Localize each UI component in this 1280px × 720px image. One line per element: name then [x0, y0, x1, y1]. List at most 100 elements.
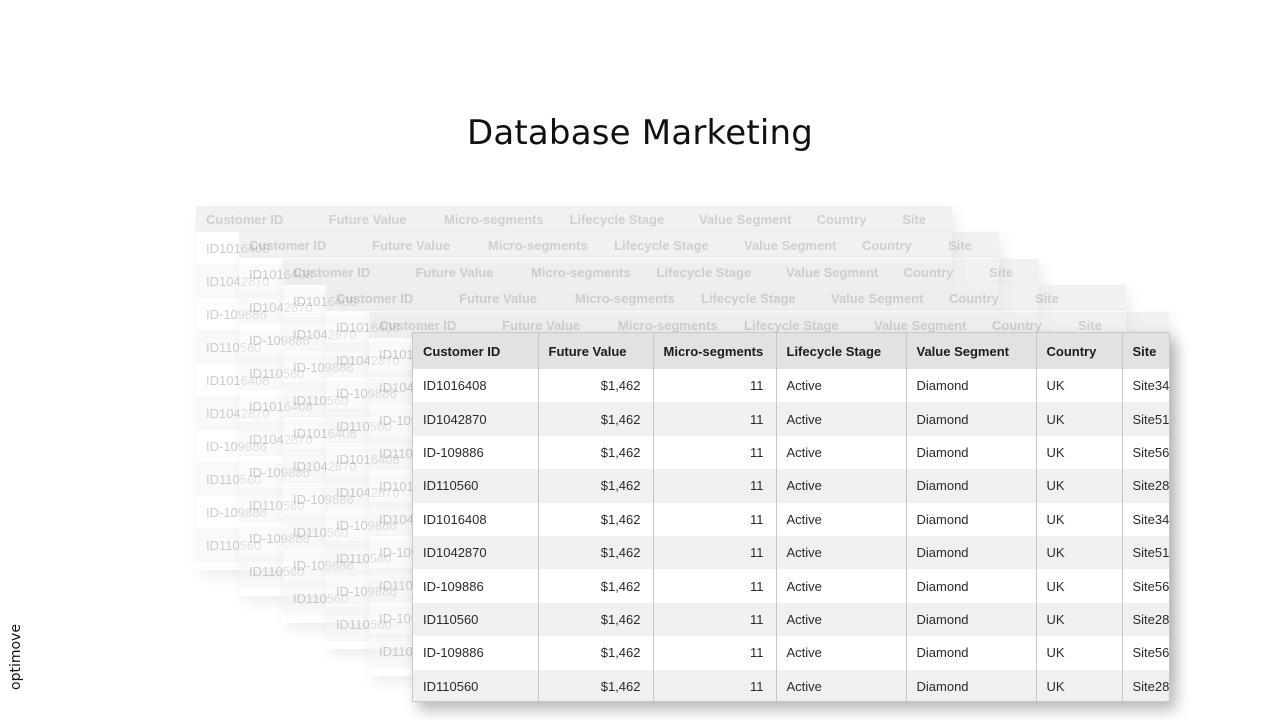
lifecycle-stage-cell: Active — [776, 669, 907, 701]
lifecycle-stage-cell: Active — [776, 636, 907, 670]
background-column-header: Lifecycle Stage — [569, 211, 665, 227]
column-header-site[interactable]: Site — [1122, 333, 1169, 369]
lifecycle-stage-cell: Active — [776, 402, 907, 436]
lifecycle-stage-cell: Active — [776, 535, 907, 570]
background-column-header: Customer ID — [293, 264, 371, 280]
background-column-header: Customer ID — [336, 290, 414, 306]
background-column-header: Lifecycle Stage — [744, 317, 839, 333]
background-column-header: Future Value — [459, 290, 538, 306]
value-segment-cell: Diamond — [906, 369, 1037, 403]
micro-segments-cell: 11 — [653, 435, 777, 470]
table-row[interactable]: ID110560 $1,462 11 Active Diamond UK Site28 — [413, 602, 1169, 637]
customer-table: Customer ID Future Value Micro-segments … — [412, 332, 1170, 702]
table-row[interactable]: ID110560 $1,462 11 Active Diamond UK Site28 — [413, 469, 1169, 503]
country-cell: UK — [1036, 469, 1123, 503]
micro-segments-cell: 11 — [653, 669, 777, 701]
background-column-header: Future Value — [415, 264, 494, 280]
country-cell: UK — [1036, 602, 1123, 637]
value-segment-cell: Diamond — [906, 469, 1037, 503]
background-column-header: Country — [862, 237, 912, 253]
lifecycle-stage-cell: Active — [776, 469, 907, 503]
value-segment-cell: Diamond — [906, 669, 1037, 701]
background-column-header: Micro-segments — [488, 237, 588, 253]
future-value-cell: $1,462 — [538, 469, 654, 503]
lifecycle-stage-cell: Active — [776, 502, 907, 536]
site-cell: Site56 — [1122, 569, 1169, 603]
site-cell: Site34 — [1122, 369, 1169, 403]
table-row[interactable]: ID1042870 $1,462 11 Active Diamond UK Site51 — [413, 402, 1169, 436]
background-column-header: Site — [1078, 317, 1102, 333]
customer-id-cell: ID-109886 — [413, 435, 539, 470]
background-column-header: Micro-segments — [444, 211, 544, 227]
background-column-header: Micro-segments — [618, 317, 718, 333]
background-column-header: Micro-segments — [575, 290, 675, 306]
table-row[interactable]: ID-109886 $1,462 11 Active Diamond UK Site56 — [413, 569, 1169, 603]
customer-id-cell: ID1042870 — [413, 402, 539, 436]
background-column-header: Lifecycle Stage — [701, 290, 796, 306]
column-header-country[interactable]: Country — [1036, 333, 1123, 369]
customer-id-cell: ID1016408 — [413, 369, 539, 403]
site-cell: Site34 — [1122, 502, 1169, 536]
background-table-header: Customer ID Future Value Micro-segments Lif… — [239, 232, 999, 258]
table-row[interactable]: ID1042870 $1,462 11 Active Diamond UK Site51 — [413, 535, 1169, 570]
country-cell: UK — [1036, 535, 1123, 570]
customer-id-cell: ID1016408 — [413, 502, 539, 536]
future-value-cell: $1,462 — [538, 369, 654, 403]
background-column-header: Customer ID — [206, 211, 284, 227]
value-segment-cell: Diamond — [906, 602, 1037, 637]
column-header-micro-segments[interactable]: Micro-segments — [653, 333, 777, 369]
column-header-future-value[interactable]: Future Value — [538, 333, 654, 369]
background-column-header: Country — [903, 264, 954, 280]
column-header-value-segment[interactable]: Value Segment — [906, 333, 1037, 369]
table-row[interactable]: ID1016408 $1,462 11 Active Diamond UK Site34 — [413, 502, 1169, 536]
background-column-header: Site — [902, 211, 927, 227]
background-column-header: Future Value — [372, 237, 451, 253]
background-column-header: Country — [992, 317, 1042, 333]
background-column-header: Value Segment — [874, 317, 967, 333]
micro-segments-cell: 11 — [653, 602, 777, 637]
table-row[interactable]: ID-109886 $1,462 11 Active Diamond UK Site56 — [413, 435, 1169, 470]
value-segment-cell: Diamond — [906, 569, 1037, 603]
future-value-cell: $1,462 — [538, 636, 654, 670]
site-cell: Site28 — [1122, 669, 1169, 701]
background-column-header: Customer ID — [249, 237, 327, 253]
table-row[interactable]: ID1016408 $1,462 11 Active Diamond UK Site34 — [413, 369, 1169, 403]
lifecycle-stage-cell: Active — [776, 569, 907, 603]
background-column-header: Value Segment — [831, 290, 924, 306]
value-segment-cell: Diamond — [906, 502, 1037, 536]
column-header-customer-id[interactable]: Customer ID — [413, 333, 539, 369]
table-header-row: Customer ID Future Value Micro-segments … — [413, 333, 1169, 369]
value-segment-cell: Diamond — [906, 636, 1037, 670]
micro-segments-cell: 11 — [653, 535, 777, 570]
value-segment-cell: Diamond — [906, 435, 1037, 470]
country-cell: UK — [1036, 569, 1123, 603]
table-row[interactable]: ID110560 $1,462 11 Active Diamond UK Site28 — [413, 669, 1169, 701]
future-value-cell: $1,462 — [538, 435, 654, 470]
site-cell: Site51 — [1122, 535, 1169, 570]
customer-id-cell: ID110560 — [413, 602, 539, 637]
background-column-header: Future Value — [328, 211, 407, 227]
country-cell: UK — [1036, 369, 1123, 403]
customer-id-cell: ID-109886 — [413, 569, 539, 603]
future-value-cell: $1,462 — [538, 402, 654, 436]
table-row[interactable]: ID-109886 $1,462 11 Active Diamond UK Site56 — [413, 636, 1169, 670]
background-column-header: Site — [989, 264, 1014, 280]
micro-segments-cell: 11 — [653, 469, 777, 503]
column-header-lifecycle-stage[interactable]: Lifecycle Stage — [776, 333, 907, 369]
value-segment-cell: Diamond — [906, 402, 1037, 436]
micro-segments-cell: 11 — [653, 369, 777, 403]
future-value-cell: $1,462 — [538, 502, 654, 536]
value-segment-cell: Diamond — [906, 535, 1037, 570]
background-column-header: Lifecycle Stage — [656, 264, 752, 280]
micro-segments-cell: 11 — [653, 569, 777, 603]
future-value-cell: $1,462 — [538, 602, 654, 637]
background-table-header: Customer ID Future Value Micro-segments Lif… — [326, 285, 1126, 311]
background-column-header: Lifecycle Stage — [614, 237, 709, 253]
background-column-header: Micro-segments — [531, 264, 631, 280]
future-value-cell: $1,462 — [538, 535, 654, 570]
background-column-header: Country — [816, 211, 867, 227]
background-column-header: Value Segment — [699, 211, 792, 227]
customer-id-cell: ID1042870 — [413, 535, 539, 570]
site-cell: Site28 — [1122, 469, 1169, 503]
background-column-header: Site — [948, 237, 972, 253]
